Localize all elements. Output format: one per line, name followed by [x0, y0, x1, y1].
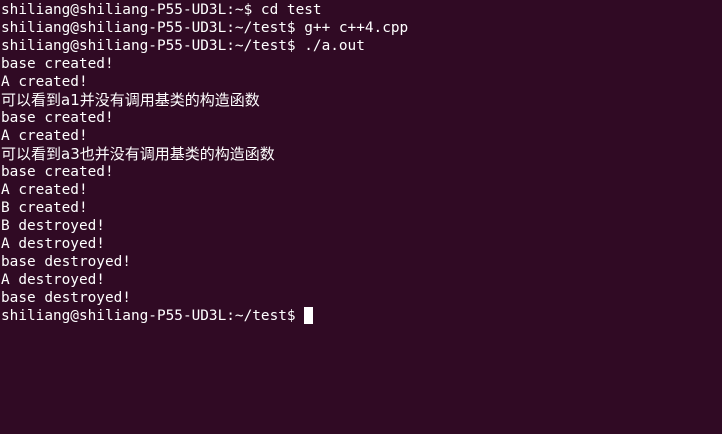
terminal-line: A destroyed!: [1, 272, 105, 288]
terminal-line: shiliang@shiliang-P55-UD3L:~/test$ g++ c…: [1, 20, 409, 36]
terminal-line: shiliang@shiliang-P55-UD3L:~$ cd test: [1, 2, 322, 18]
terminal-line: A created!: [1, 182, 88, 198]
terminal-line: base created!: [1, 164, 114, 180]
terminal-line: A created!: [1, 74, 88, 90]
terminal-line: base created!: [1, 56, 114, 72]
terminal-line: A created!: [1, 128, 88, 144]
terminal-window[interactable]: shiliang@shiliang-P55-UD3L:~$ cd test sh…: [0, 0, 722, 434]
terminal-line: base destroyed!: [1, 254, 131, 270]
terminal-line: B created!: [1, 200, 88, 216]
terminal-line: shiliang@shiliang-P55-UD3L:~/test$ ./a.o…: [1, 38, 365, 54]
current-prompt-line[interactable]: shiliang@shiliang-P55-UD3L:~/test$: [1, 307, 722, 325]
text-cursor: [304, 307, 314, 324]
terminal-line: B destroyed!: [1, 218, 105, 234]
terminal-line: 可以看到a1并没有调用基类的构造函数: [1, 91, 260, 109]
terminal-line: base destroyed!: [1, 290, 131, 306]
current-prompt: shiliang@shiliang-P55-UD3L:~/test$: [1, 308, 305, 324]
terminal-line: 可以看到a3也并没有调用基类的构造函数: [1, 145, 275, 163]
terminal-line: base created!: [1, 110, 114, 126]
terminal-line: A destroyed!: [1, 236, 105, 252]
